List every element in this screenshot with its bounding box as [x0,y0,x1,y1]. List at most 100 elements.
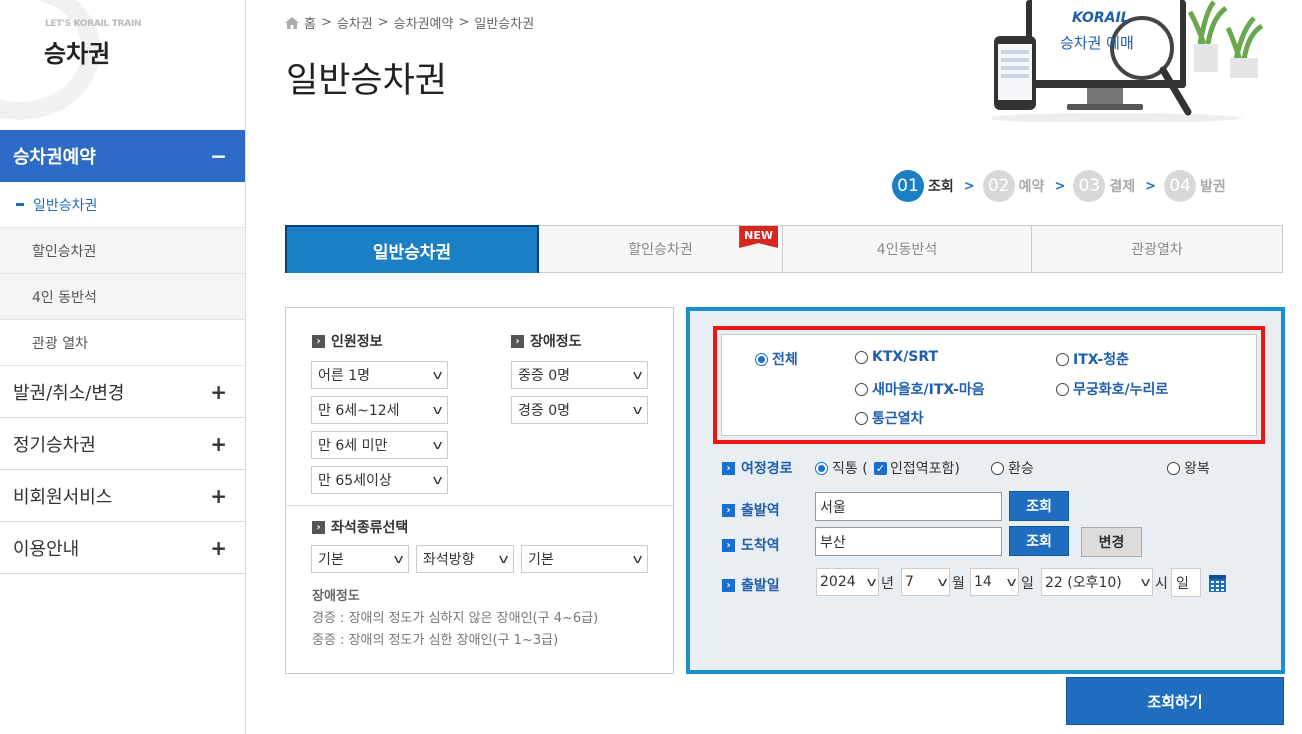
search-trains-button[interactable]: 조회하기 [1066,677,1284,725]
hour-unit: 시 [1155,576,1168,592]
swap-stations-button[interactable]: 변경 [1081,527,1142,557]
arrival-station-input[interactable]: 부산 [815,527,1002,556]
sidebar-item-label: 승차권예약 [13,147,96,168]
select-value: 기본 [528,552,554,568]
year-select[interactable]: 2024 v [816,568,879,596]
senior-count-select[interactable]: 만 65세이상 v [311,466,448,494]
tab-tour-train[interactable]: 관광열차 [1032,225,1283,273]
radio-label: 왕복 [1184,461,1210,477]
search-panel: 전체 KTX/SRT ITX-청춘 새마을호/ITX-마음 무궁화호/누리로 통… [686,307,1285,674]
tab-discount-ticket[interactable]: 할인승차권 NEW [539,225,783,273]
sidebar-subitem-label: 할인승차권 [32,243,97,260]
month-select[interactable]: 7v [901,568,950,596]
step-number: 03 [1073,170,1106,202]
chevron-box-icon: › [511,334,524,348]
chevron-right-icon: > [458,15,470,30]
sidebar-item-guest-service[interactable]: 비회원서비스 + [0,470,245,522]
chevron-right-icon: > [377,15,389,30]
select-value: 2024 [820,574,856,590]
home-icon[interactable] [285,16,299,29]
train-type-saemaeul-radio[interactable]: 새마을호/ITX-마음 [855,379,985,399]
route-roundtrip-radio[interactable]: 왕복 [1167,458,1210,478]
train-type-all-radio[interactable]: 전체 [755,349,798,369]
chevron-down-icon: v [498,552,509,566]
section-title-text: 장애정도 [530,334,582,350]
radio-icon [855,350,868,364]
chevron-down-icon: v [632,552,643,566]
breadcrumb-reservation[interactable]: 승차권예약 [394,13,454,32]
infant-count-select[interactable]: 만 6세 미만 v [311,431,448,459]
chevron-down-icon: v [432,368,443,382]
arrival-search-button[interactable]: 조회 [1009,526,1069,556]
route-transfer-radio[interactable]: 환승 [991,458,1034,478]
sidebar-subitem-discount-ticket[interactable]: 할인승차권 [0,228,245,274]
day-unit: 일 [1021,576,1034,592]
mild-disability-select[interactable]: 경증 0명 v [511,396,648,424]
radio-label: 직통 ( [832,461,868,477]
breadcrumb-ticket[interactable]: 승차권 [337,13,373,32]
disability-section-title: › 장애정도 [511,331,582,351]
sidebar-subitem-label: 4인 동반석 [32,289,97,306]
select-value: 만 6세 미만 [318,438,388,454]
calendar-icon[interactable] [1209,575,1226,592]
hour-select[interactable]: 22 (오후10) v [1041,568,1153,596]
departure-search-button[interactable]: 조회 [1009,491,1069,521]
sidebar-item-label: 비회원서비스 [13,486,113,508]
departure-station-input[interactable]: 서울 [815,492,1002,521]
select-value: 만 6세~12세 [318,403,400,419]
tab-general-ticket[interactable]: 일반승차권 [285,225,539,273]
chevron-right-icon: > [320,15,332,30]
sidebar-item-issue-cancel[interactable]: 발권/취소/변경 + [0,366,245,418]
chevron-right-icon: > [963,178,975,194]
chevron-down-icon: v [632,368,643,382]
seat-direction-select[interactable]: 좌석방향 v [416,545,514,573]
route-direct-radio[interactable]: 직통 ( [815,458,868,478]
radio-label: 새마을호/ITX-마음 [872,382,985,398]
chevron-down-icon: v [632,403,643,417]
radio-label: 무궁화호/누리로 [1073,382,1169,398]
chevron-down-icon: v [937,575,948,589]
expand-icon: + [210,483,227,508]
breadcrumb-home[interactable]: 홈 [304,13,316,32]
chevron-right-icon: > [1054,178,1066,194]
tab-group-seat[interactable]: 4인동반석 [783,225,1032,273]
sidebar-item-season-ticket[interactable]: 정기승차권 + [0,418,245,470]
row-label-text: 여정경로 [741,461,793,477]
expand-icon: + [210,379,227,404]
select-value: 어른 1명 [318,368,370,384]
child-count-select[interactable]: 만 6세~12세 v [311,396,448,424]
year-unit: 년 [881,576,894,592]
sidebar-subitem-label: 일반승차권 [33,197,98,214]
select-value: 경증 0명 [518,403,570,419]
sidebar-item-ticket-reservation[interactable]: 승차권예약 − [0,130,245,182]
passenger-section-title: › 인원정보 [312,331,383,351]
severe-disability-select[interactable]: 중증 0명 v [511,361,648,389]
radio-icon [1056,352,1069,366]
seat-class-select[interactable]: 기본 v [311,545,409,573]
section-title-text: 좌석종류선택 [331,520,409,536]
day-select[interactable]: 14 v [970,568,1019,596]
train-type-ktx-radio[interactable]: KTX/SRT [855,349,938,365]
note-mild: 경증 : 장애의 정도가 심하지 않은 장애인(구 4~6급) [312,611,599,626]
train-type-itx-radio[interactable]: ITX-청춘 [1056,349,1129,369]
chevron-box-icon: › [312,520,325,534]
sidebar-subitem-general-ticket[interactable]: 일반승차권 [0,182,245,228]
section-title-text: 인원정보 [331,334,383,350]
seat-type-select[interactable]: 기본 v [521,545,648,573]
include-nearby-checkbox[interactable]: ✓ 인접역포함) [874,458,960,478]
page-title: 일반승차권 [286,61,448,101]
sidebar-subitem-tour-train[interactable]: 관광 열차 [0,320,245,366]
step-number: 02 [982,170,1015,202]
train-type-mugunghwa-radio[interactable]: 무궁화호/누리로 [1056,379,1168,399]
train-type-commuter-radio[interactable]: 통근열차 [855,408,924,428]
select-value: 7 [905,574,914,590]
row-label-text: 출발일 [741,578,780,594]
adult-count-select[interactable]: 어른 1명 v [311,361,448,389]
sidebar-item-guide[interactable]: 이용안내 + [0,522,245,574]
radio-label: 통근열차 [872,411,924,427]
step-number: 04 [1164,170,1197,202]
chevron-down-icon: v [1006,575,1017,589]
sidebar-subitem-group-seat[interactable]: 4인 동반석 [0,274,245,320]
active-dash-icon [16,203,24,206]
select-value: 좌석방향 [423,552,475,568]
